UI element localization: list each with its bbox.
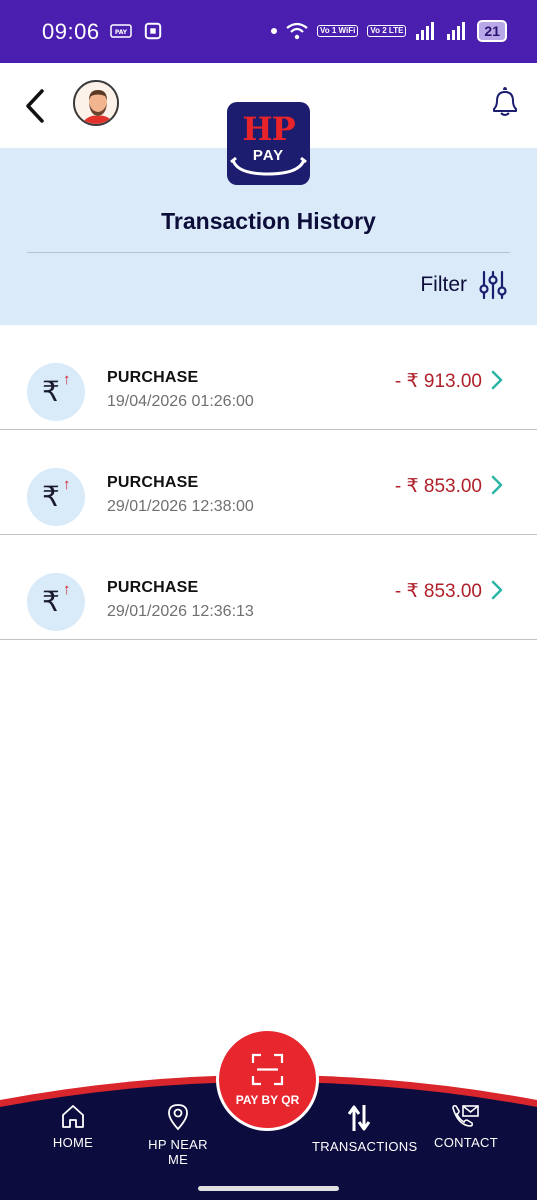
home-icon (62, 1105, 84, 1128)
battery-indicator: 21 (477, 20, 507, 42)
filter-label: Filter (420, 273, 467, 296)
transaction-datetime: 29/01/2026 12:38:00 (107, 498, 254, 515)
transaction-list: ₹ ↑ PURCHASE 19/04/2026 01:26:00 - ₹ 913.… (0, 325, 537, 640)
status-bar: 09:06 PAY Vo 1 WiFi Vo 2 LTE 21 (0, 0, 537, 63)
nav-home-label: HOME (52, 1135, 94, 1150)
status-right-icons: Vo 1 WiFi Vo 2 LTE 21 (271, 20, 507, 42)
bell-icon[interactable] (489, 87, 519, 119)
rupee-debit-icon: ₹ ↑ (27, 573, 85, 631)
transaction-row[interactable]: ₹ ↑ PURCHASE 29/01/2026 12:36:13 - ₹ 853.… (0, 535, 537, 640)
gesture-handle[interactable] (198, 1186, 339, 1191)
nav-hp-near-me[interactable]: HP NEAR ME (140, 1103, 216, 1167)
chevron-right-icon[interactable] (491, 580, 503, 600)
nav-contact[interactable]: CONTACT (434, 1103, 498, 1150)
volte-wifi-badge: Vo 1 WiFi (317, 25, 359, 37)
pay-by-qr-button[interactable]: PAY BY QR (216, 1028, 319, 1131)
signal-icon-2 (447, 22, 466, 40)
qr-scan-icon (251, 1053, 284, 1086)
nav-home[interactable]: HOME (48, 1103, 98, 1150)
transaction-datetime: 29/01/2026 12:36:13 (107, 603, 254, 620)
filter-button[interactable]: Filter (420, 270, 507, 300)
scan-notification-icon (144, 22, 162, 40)
hp-pay-logo: HP PAY (227, 102, 310, 185)
page-title: Transaction History (161, 208, 376, 234)
hero-divider (27, 252, 510, 253)
status-time: 09:06 (42, 19, 100, 44)
nav-hp-near-me-label: HP NEAR ME (148, 1137, 208, 1167)
wifi-icon (286, 22, 308, 40)
filter-sliders-icon (479, 270, 507, 300)
bottom-navigation: PAY BY QR HOME HP NEAR ME TRANSACTIONS C… (0, 1028, 537, 1200)
logo-smile-icon (230, 156, 307, 176)
transaction-amount: - ₹ 853.00 (394, 476, 482, 497)
transaction-amount: - ₹ 913.00 (394, 371, 482, 392)
back-arrow-icon[interactable] (22, 88, 52, 124)
volte-lte-badge: Vo 2 LTE (367, 25, 407, 37)
status-dot-icon (271, 28, 278, 34)
transactions-arrows-icon (347, 1105, 371, 1131)
pay-by-qr-label: PAY BY QR (235, 1093, 300, 1107)
contact-phone-mail-icon (452, 1104, 479, 1127)
transaction-type: PURCHASE (107, 579, 199, 596)
nav-contact-label: CONTACT (434, 1135, 498, 1150)
transaction-datetime: 19/04/2026 01:26:00 (107, 393, 254, 410)
notification-app-icon: PAY (110, 24, 132, 38)
rupee-debit-icon: ₹ ↑ (27, 363, 85, 421)
svg-text:PAY: PAY (115, 29, 128, 36)
chevron-right-icon[interactable] (491, 475, 503, 495)
transaction-type: PURCHASE (107, 474, 199, 491)
nav-transactions[interactable]: TRANSACTIONS (312, 1103, 418, 1154)
rupee-debit-icon: ₹ ↑ (27, 468, 85, 526)
signal-icon-1 (416, 22, 435, 40)
transaction-row[interactable]: ₹ ↑ PURCHASE 19/04/2026 01:26:00 - ₹ 913.… (0, 325, 537, 430)
status-left-icons: PAY (110, 22, 164, 40)
user-avatar-icon (75, 82, 117, 124)
location-pin-icon (168, 1104, 188, 1131)
avatar[interactable] (73, 80, 119, 126)
nav-transactions-label: TRANSACTIONS (312, 1139, 418, 1154)
transaction-amount: - ₹ 853.00 (394, 581, 482, 602)
transaction-type: PURCHASE (107, 369, 199, 386)
transaction-row[interactable]: ₹ ↑ PURCHASE 29/01/2026 12:38:00 - ₹ 853.… (0, 430, 537, 535)
chevron-right-icon[interactable] (491, 370, 503, 390)
